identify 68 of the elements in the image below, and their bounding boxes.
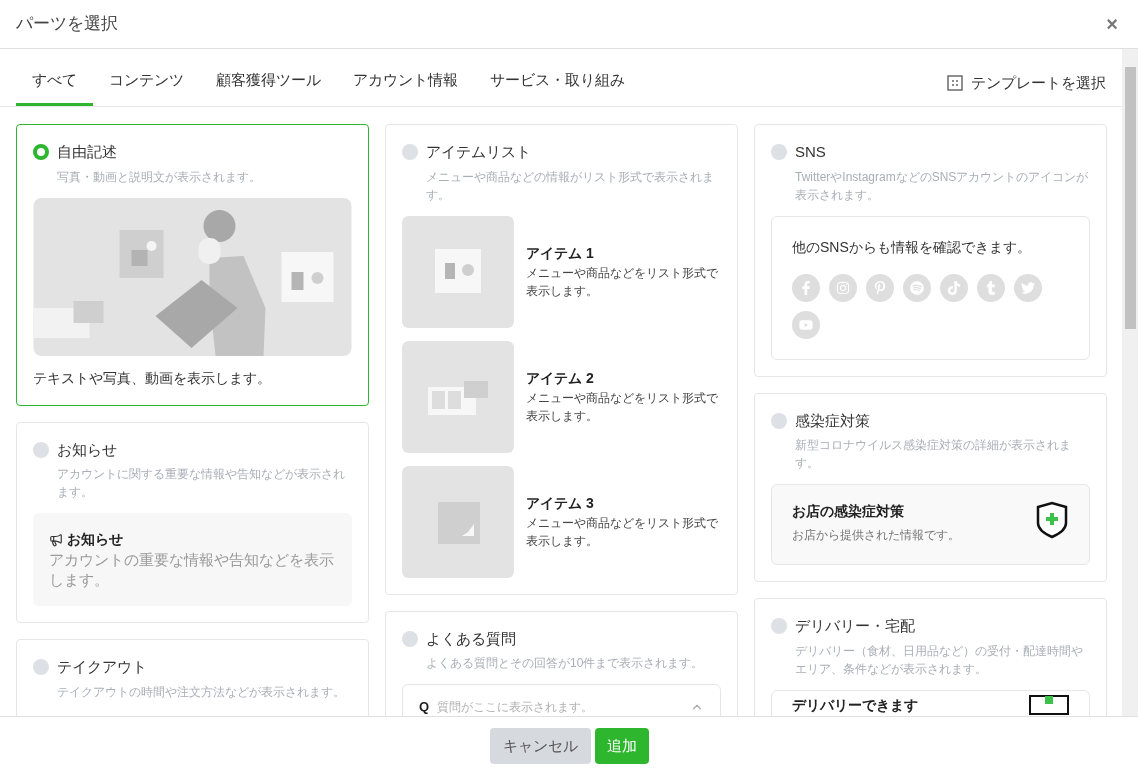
part-card[interactable]: アイテムリスト メニューや商品などの情報がリスト形式で表示されます。 アイテム 1 メニューや商品などをリスト形式で表示します。 アイテム 2 メニューや商品などをリスト形式で表示します。 アイテム 3 メニューや商品などをリスト形式で表示します。 — [385, 124, 738, 595]
card-title: お知らせ — [57, 439, 117, 460]
dialog-title: パーツを選択 — [16, 13, 118, 36]
spotify-icon — [903, 273, 931, 302]
card-title: アイテムリスト — [426, 142, 531, 162]
part-card[interactable]: デリバリー・宅配 デリバリー（食材、日用品など）の受付・配達時間やエリア、条件などが表示されます。 デリバリーできます — [754, 598, 1107, 716]
card-description: メニューや商品などの情報がリスト形式で表示されます。 — [426, 168, 715, 204]
card-description: よくある質問とその回答が10件まで表示されます。 — [426, 655, 705, 672]
part-card[interactable]: お知らせ アカウントに関する重要な情報や告知などが表示されます。 お知らせ アカウントの重要な情報や告知などを表示します。 — [16, 421, 369, 623]
card-description: 写真・動画と説明文が表示されます。 — [57, 168, 262, 186]
card-title: SNS — [795, 142, 826, 162]
card-caption: テキストや写真、動画を表示します。 — [33, 368, 272, 388]
radio-button[interactable] — [771, 144, 787, 161]
item-text: メニューや商品などをリスト形式で表示します。 — [526, 390, 719, 425]
card-description: アカウントに関する重要な情報や告知などが表示されます。 — [57, 466, 346, 501]
card-title: 自由記述 — [57, 142, 117, 162]
part-card[interactable]: 感染症対策 新型コロナウイルス感染症対策の詳細が表示されます。 お店の感染症対策 お店から提供された情報です。 — [754, 392, 1107, 582]
question-text: 質問がここに表示されます。 — [437, 698, 594, 716]
tab[interactable]: コンテンツ — [93, 68, 200, 106]
radio-button[interactable] — [402, 144, 418, 161]
radio-button[interactable] — [33, 441, 49, 458]
part-card[interactable]: 自由記述 写真・動画と説明文が表示されます。 テキストや写真、動画を表示します。 — [16, 124, 369, 406]
tab[interactable]: サービス・取り組み — [474, 68, 641, 106]
radio-button[interactable] — [771, 618, 787, 635]
tab[interactable]: すべて — [16, 68, 93, 106]
tumblr-icon — [977, 273, 1005, 302]
tab[interactable]: アカウント情報 — [337, 68, 474, 106]
preview-title: お店の感染症対策 — [792, 502, 905, 521]
item-name: アイテム 3 — [526, 494, 595, 513]
tiktok-icon — [940, 273, 968, 302]
instagram-icon — [829, 273, 857, 302]
item-name: アイテム 1 — [526, 244, 595, 263]
close-button[interactable]: × — [1102, 9, 1122, 39]
card-description: TwitterやInstagramなどのSNSアカウントのアイコンが表示されます。 — [795, 168, 1090, 204]
radio-button[interactable] — [33, 659, 49, 676]
preview-text: アカウントの重要な情報や告知などを表示します。 — [49, 550, 335, 590]
preview-title: お知らせ — [67, 530, 123, 549]
preview-title: デリバリーできます — [792, 695, 918, 715]
storefront-icon — [1029, 695, 1069, 715]
radio-button[interactable] — [771, 412, 787, 429]
twitter-icon — [1014, 273, 1042, 302]
item-name: アイテム 2 — [526, 369, 595, 388]
card-title: 感染症対策 — [795, 410, 870, 431]
preview-text: 他のSNSからも情報を確認できます。 — [792, 237, 1032, 257]
part-card[interactable]: よくある質問 よくある質問とその回答が10件まで表示されます。 Q 質問がここに表示されます。 — [385, 610, 738, 716]
item-text: メニューや商品などをリスト形式で表示します。 — [526, 265, 719, 300]
part-card[interactable]: テイクアウト テイクアウトの時間や注文方法などが表示されます。 — [16, 639, 369, 716]
card-title: デリバリー・宅配 — [795, 616, 915, 636]
item-text: メニューや商品などをリスト形式で表示します。 — [526, 515, 719, 550]
megaphone-icon — [49, 532, 63, 547]
card-description: デリバリー（食材、日用品など）の受付・配達時間やエリア、条件などが表示されます。 — [795, 642, 1084, 678]
card-title: よくある質問 — [426, 628, 516, 649]
radio-button[interactable] — [402, 630, 418, 647]
pinterest-icon — [866, 273, 894, 302]
shield-icon — [1035, 501, 1069, 539]
cancel-button[interactable]: キャンセル — [489, 728, 591, 764]
card-description: 新型コロナウイルス感染症対策の詳細が表示されます。 — [795, 437, 1072, 472]
card-description: テイクアウトの時間や注文方法などが表示されます。 — [57, 683, 346, 701]
tab[interactable]: 顧客獲得ツール — [200, 68, 337, 106]
part-card[interactable]: SNS TwitterやInstagramなどのSNSアカウントのアイコンが表示されます。 他のSNSからも情報を確認できます。 — [754, 124, 1107, 377]
radio-button[interactable] — [33, 144, 49, 161]
card-title: テイクアウト — [57, 657, 147, 677]
template-icon — [947, 74, 963, 91]
youtube-icon — [792, 310, 820, 339]
facebook-icon — [792, 273, 820, 302]
template-link[interactable]: テンプレートを選択 — [947, 71, 1106, 94]
q-mark: Q — [419, 698, 430, 716]
preview-text: お店から提供された情報です。 — [792, 527, 960, 544]
